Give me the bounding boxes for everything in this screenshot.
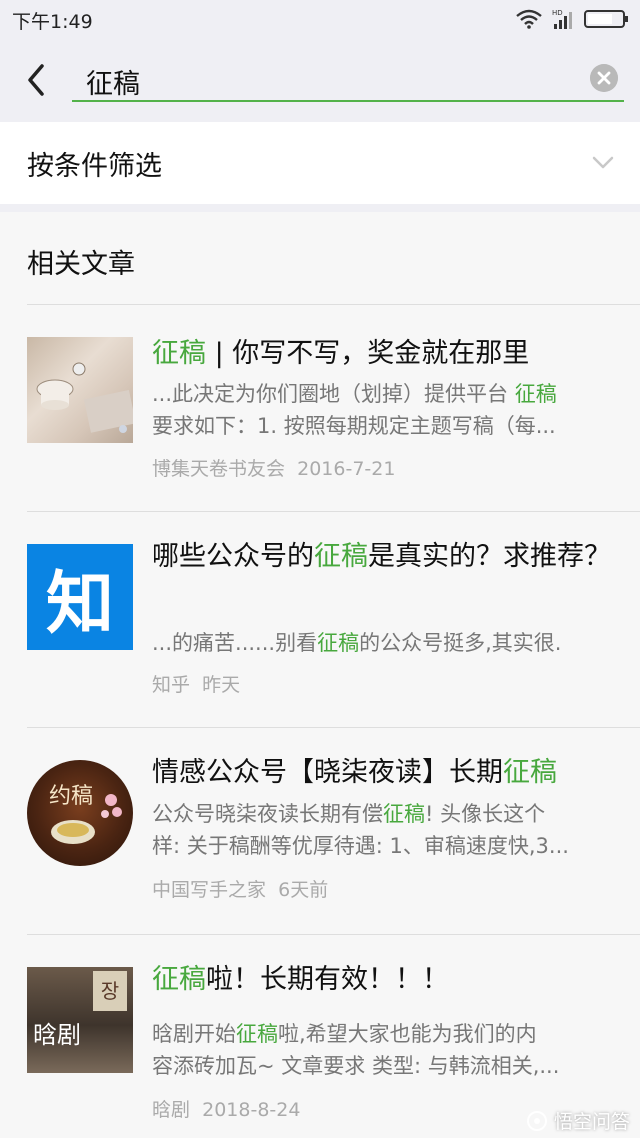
watermark: 悟空问答	[526, 1107, 630, 1134]
snippet-text-rest: 啦,希望大家也能为我们的内	[278, 1022, 537, 1046]
search-query[interactable]: 征稿	[86, 62, 140, 101]
snippet-text: ...此决定为你们圈地（划掉）提供平台	[152, 382, 515, 406]
tea-bowl-image	[51, 794, 122, 844]
article-meta: 博集天卷书友会 2016-7-21	[152, 454, 395, 481]
thumb-label: 晗剧	[33, 1021, 81, 1049]
back-arrow-icon[interactable]	[22, 60, 52, 100]
article-snippet: ...此决定为你们圈地（划掉）提供平台 征稿	[152, 378, 618, 410]
article-snippet-line2: 样: 关于稿酬等优厚待遇: 1、审稿速度快,3...	[152, 834, 569, 858]
tea-cup-image	[36, 362, 133, 433]
title-text-rest: 是真实的？求推荐？	[368, 541, 611, 572]
related-articles-section: 相关文章 征稿 | 你写不写，奖金就在那里 ...此决定为你们圈地（划掉）提供平…	[0, 212, 640, 1138]
article-snippet: 公众号晓柒夜读长期有偿征稿! 头像长这个	[152, 798, 618, 830]
article-title: 哪些公众号的征稿是真实的？求推荐？	[152, 538, 622, 576]
snippet-text: 公众号晓柒夜读长期有偿	[152, 802, 383, 826]
article-thumbnail: 约稿	[27, 760, 133, 866]
article-source: 知乎	[152, 674, 191, 696]
title-text: 哪些公众号的	[152, 541, 314, 572]
status-icons: HD	[516, 7, 630, 31]
article-snippet: 晗剧开始征稿啦,希望大家也能为我们的内	[152, 1018, 618, 1050]
filter-row[interactable]: 按条件筛选	[0, 122, 640, 204]
article-item[interactable]: 征稿 | 你写不写，奖金就在那里 ...此决定为你们圈地（划掉）提供平台 征稿 …	[0, 305, 640, 511]
cellular-signal-icon: HD	[552, 9, 572, 29]
article-title: 征稿啦！长期有效！！！	[152, 961, 622, 999]
article-thumbnail	[27, 337, 133, 443]
title-text: | 你写不写，奖金就在那里	[206, 338, 530, 369]
article-thumbnail: 장 晗剧	[27, 967, 133, 1073]
article-meta: 中国写手之家 6天前	[152, 875, 328, 902]
title-highlight: 征稿	[503, 757, 557, 788]
status-time: 下午1:49	[12, 11, 93, 33]
status-bar: 下午1:49 HD	[0, 0, 640, 38]
article-date: 2018-8-24	[202, 1099, 301, 1121]
search-bar: 征稿	[0, 38, 640, 120]
article-snippet: ...的痛苦......别看征稿的公众号挺多,其实很.	[152, 627, 618, 659]
snippet-highlight: 征稿	[383, 802, 425, 826]
article-source: 博集天卷书友会	[152, 458, 286, 480]
snippet-highlight: 征稿	[236, 1022, 278, 1046]
watermark-text: 悟空问答	[553, 1111, 630, 1133]
article-source: 中国写手之家	[152, 879, 267, 901]
snippet-text-rest: 的公众号挺多,其实很.	[359, 631, 562, 655]
wukong-logo-icon	[526, 1110, 547, 1131]
article-item[interactable]: 知 哪些公众号的征稿是真实的？求推荐？ ...的痛苦......别看征稿的公众号…	[0, 512, 640, 727]
article-title: 征稿 | 你写不写，奖金就在那里	[152, 335, 622, 373]
clear-icon[interactable]	[590, 64, 618, 92]
zhihu-logo-icon: 知	[27, 544, 133, 650]
search-input[interactable]: 征稿	[72, 56, 624, 102]
title-highlight: 征稿	[314, 541, 368, 572]
svg-text:HD: HD	[552, 9, 563, 17]
article-snippet-line2: 容添砖加瓦~ 文章要求 类型: 与韩流相关,...	[152, 1054, 560, 1078]
section-title: 相关文章	[27, 249, 135, 280]
snippet-highlight: 征稿	[317, 631, 360, 655]
article-title: 情感公众号【晓柒夜读】长期征稿	[152, 754, 622, 792]
article-item[interactable]: 约稿 情感公众号【晓柒夜读】长期征稿 公众号晓柒夜读长期有偿征稿! 头像长这个 …	[0, 728, 640, 934]
title-text: 啦！长期有效！！！	[206, 964, 449, 995]
snippet-highlight: 征稿	[514, 382, 557, 406]
chevron-down-icon[interactable]	[592, 156, 614, 170]
article-date: 6天前	[278, 879, 329, 901]
wifi-icon	[516, 9, 542, 29]
battery-icon	[584, 10, 628, 28]
snippet-text-rest: ! 头像长这个	[425, 802, 546, 826]
article-snippet-line2: 要求如下：1. 按照每期规定主题写稿（每...	[152, 414, 556, 438]
filter-label: 按条件筛选	[27, 151, 162, 182]
article-meta: 知乎 昨天	[152, 670, 240, 697]
snippet-text: 晗剧开始	[152, 1022, 236, 1046]
article-date: 昨天	[202, 674, 241, 696]
article-meta: 晗剧 2018-8-24	[152, 1095, 300, 1122]
title-highlight: 征稿	[152, 964, 206, 995]
snippet-text: ...的痛苦......别看	[152, 631, 318, 655]
sign-image: 장	[93, 971, 127, 1011]
thumb-label: 知	[45, 564, 114, 644]
article-date: 2016-7-21	[297, 458, 396, 480]
title-highlight: 征稿	[152, 338, 206, 369]
title-text: 情感公众号【晓柒夜读】长期	[152, 757, 503, 788]
article-source: 晗剧	[152, 1099, 191, 1121]
